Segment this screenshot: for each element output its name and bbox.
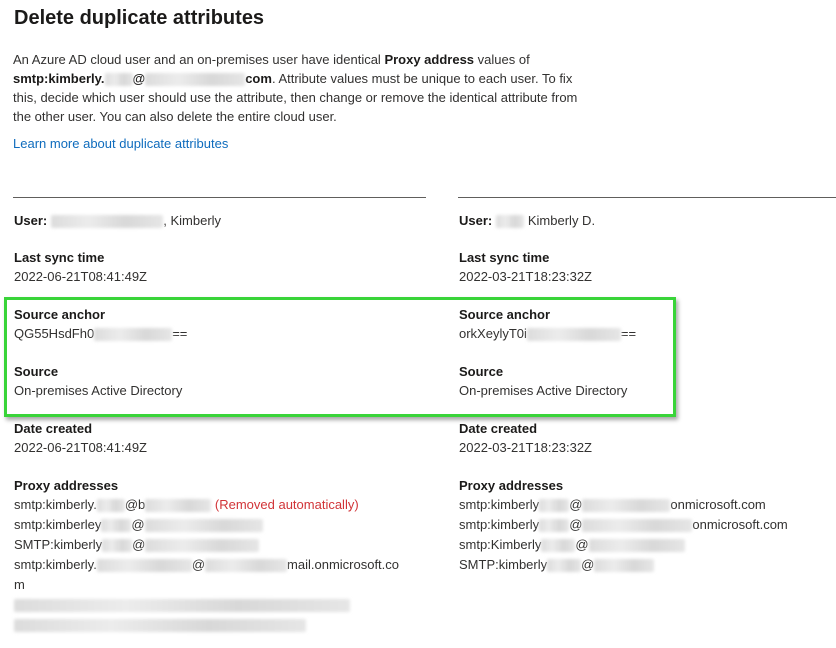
redacted-text xyxy=(594,559,655,573)
right-source-anchor-field: Source anchor orkXeylyT0i == xyxy=(459,307,637,342)
left-user-label: User: xyxy=(14,213,48,228)
redacted-text xyxy=(51,215,164,229)
learn-more-link[interactable]: Learn more about duplicate attributes xyxy=(13,136,228,151)
right-user-name: Kimberly D. xyxy=(527,213,596,228)
proxy-addresses-label: Proxy addresses xyxy=(459,478,564,493)
proxy-address-item: SMTP:kimberly @ xyxy=(459,555,788,575)
date-created-label: Date created xyxy=(14,421,93,436)
redacted-text xyxy=(496,215,525,229)
right-last-sync-field: Last sync time 2022-03-21T18:23:32Z xyxy=(459,250,592,284)
proxy-address-item: smtp:Kimberly @ xyxy=(459,535,788,555)
left-date-created-field: Date created 2022-06-21T08:41:49Z xyxy=(14,421,147,455)
proxy-address-list: smtp:kimberly @ onmicrosoft.com smtp:kimbe… xyxy=(459,495,788,575)
source-anchor-label: Source anchor xyxy=(459,307,551,322)
left-user-field: User: , Kimberly xyxy=(14,213,222,229)
redacted-text xyxy=(541,539,576,553)
redacted-text xyxy=(144,519,263,533)
proxy-address-item-wrap: m xyxy=(14,577,25,592)
redacted-text xyxy=(205,559,288,573)
left-last-sync-field: Last sync time 2022-06-21T08:41:49Z xyxy=(14,250,147,284)
redacted-text xyxy=(101,519,132,533)
last-sync-value: 2022-03-21T18:23:32Z xyxy=(459,269,592,284)
last-sync-label: Last sync time xyxy=(459,250,550,265)
redacted-proxy-address xyxy=(14,615,399,635)
right-user-field: User: Kimberly D. xyxy=(459,213,596,229)
redacted-text xyxy=(94,328,173,342)
right-column-divider xyxy=(458,197,836,198)
last-sync-value: 2022-06-21T08:41:49Z xyxy=(14,269,147,284)
proxy-address-item: smtp:kimberly @ onmicrosoft.com xyxy=(459,497,766,513)
redacted-text xyxy=(539,519,570,533)
redacted-text xyxy=(145,73,246,87)
source-anchor-value: QG55HsdFh0 == xyxy=(14,326,188,342)
redacted-text xyxy=(547,559,582,573)
source-label: Source xyxy=(459,364,504,379)
proxy-address-item: smtp:kimberly. @ mail.onmicrosoft.co xyxy=(14,557,400,573)
redacted-text xyxy=(526,328,621,342)
date-created-value: 2022-03-21T18:23:32Z xyxy=(459,440,592,455)
redacted-text xyxy=(588,539,685,553)
redacted-text xyxy=(96,499,125,513)
source-anchor-value: orkXeylyT0i == xyxy=(459,326,637,342)
date-created-label: Date created xyxy=(459,421,538,436)
proxy-address-item: smtp:kimberly. @b (Removed automatically) xyxy=(14,497,359,513)
left-column-divider xyxy=(13,197,426,198)
date-created-value: 2022-06-21T08:41:49Z xyxy=(14,440,147,455)
description-attribute-name: Proxy address xyxy=(384,52,475,67)
redacted-text xyxy=(539,499,570,513)
redacted-text xyxy=(96,559,192,573)
redacted-text xyxy=(145,499,212,513)
proxy-address-item: SMTP:kimberly @ xyxy=(14,535,399,555)
redacted-text xyxy=(102,539,133,553)
right-proxy-addresses-field: Proxy addresses smtp:kimberly @ onmicrosof… xyxy=(459,478,788,575)
left-user-name: , Kimberly xyxy=(163,213,222,228)
proxy-address-item: smtp:kimberly @ onmicrosoft.com xyxy=(459,517,788,533)
proxy-address-item: smtp:kimberley @ xyxy=(14,515,399,535)
source-anchor-label: Source anchor xyxy=(14,307,106,322)
page-title: Delete duplicate attributes xyxy=(14,7,265,29)
redacted-text xyxy=(145,539,260,553)
page-description: An Azure AD cloud user and an on-premise… xyxy=(13,50,583,126)
left-source-anchor-field: Source anchor QG55HsdFh0 == xyxy=(14,307,188,342)
left-proxy-addresses-field: Proxy addresses smtp:kimberly. @b (Remove… xyxy=(14,478,399,635)
source-label: Source xyxy=(14,364,59,379)
left-source-field: Source On-premises Active Directory xyxy=(14,364,182,398)
redacted-text xyxy=(104,73,133,87)
description-email: smtp:kimberly. @ com xyxy=(13,71,272,87)
right-source-field: Source On-premises Active Directory xyxy=(459,364,627,398)
last-sync-label: Last sync time xyxy=(14,250,105,265)
description-text-2: values of xyxy=(474,52,530,67)
right-user-label: User: xyxy=(459,213,493,228)
proxy-address-list: smtp:kimberly. @b (Removed automatically)… xyxy=(14,495,399,635)
removed-automatically-note: (Removed automatically) xyxy=(214,497,359,512)
source-value: On-premises Active Directory xyxy=(14,383,183,398)
redacted-text xyxy=(582,519,693,533)
description-text-1: An Azure AD cloud user and an on-premise… xyxy=(13,52,385,67)
redacted-proxy-address xyxy=(14,595,399,615)
proxy-addresses-label: Proxy addresses xyxy=(14,478,119,493)
redacted-text xyxy=(582,499,671,513)
right-date-created-field: Date created 2022-03-21T18:23:32Z xyxy=(459,421,592,455)
source-value: On-premises Active Directory xyxy=(459,383,628,398)
